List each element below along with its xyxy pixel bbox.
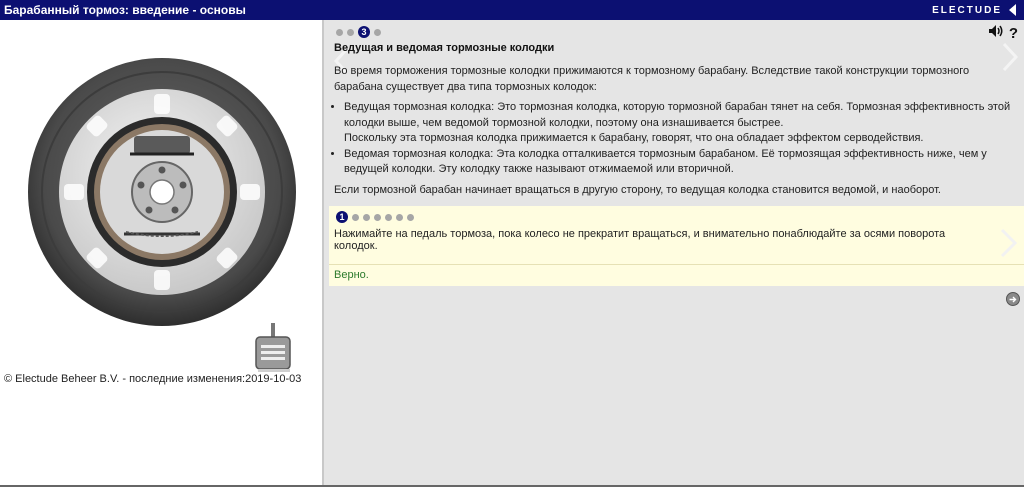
step-dot[interactable] [374,213,381,221]
step-dot[interactable] [407,213,414,221]
task-box: 1 Нажимайте на педаль тормоза, пока коле… [329,206,1024,286]
step-dot[interactable] [396,213,403,221]
list-item-text: Ведущая тормозная колодка: Это тормозная… [344,101,1011,129]
copyright-text: © Electude Beheer B.V. - последние измен… [4,373,302,385]
window-title: Барабанный тормоз: введение - основы [4,3,246,17]
help-icon[interactable]: ? [1009,25,1018,42]
list-item: Ведомая тормозная колодка: Эта колодка о… [344,147,1024,178]
intro-text: Во время торможения тормозные колодки пр… [334,65,970,93]
divider [329,264,1024,265]
shoe-types-list: Ведущая тормозная колодка: Это тормозная… [324,100,1024,178]
list-item-text: Ведомая тормозная колодка: Эта колодка о… [344,147,987,176]
page-dot[interactable] [336,28,343,36]
page-indicator: 3 [336,26,381,38]
illustration-panel: © Electude Beheer B.V. - последние измен… [0,20,322,487]
speaker-icon[interactable] [988,24,1003,42]
task-instruction: Нажимайте на педаль тормоза, пока колесо… [334,228,946,252]
page-dot[interactable] [347,28,354,36]
list-item-text: Поскольку эта тормозная колодка прижимае… [344,132,924,144]
feedback-text: Верно. [334,269,369,281]
list-item: Ведущая тормозная колодка: Это тормозная… [344,100,1024,147]
circle-arrow-icon[interactable] [1006,292,1020,311]
step-dot[interactable] [385,213,392,221]
step-dot[interactable] [352,213,359,221]
content-panel: 3 ? Ведущая и ведомая тормозные колодки … [324,20,1024,487]
triangle-left-icon[interactable] [1006,2,1020,18]
brand-logo: ELECTUDE [932,5,1002,16]
page-dot-current[interactable]: 3 [358,26,370,38]
toolbar: ? [988,24,1018,42]
step-dot-current[interactable]: 1 [336,211,348,223]
step-dot[interactable] [363,213,370,221]
page-dot[interactable] [374,28,381,36]
drum-brake-wheel-illustration [28,58,296,326]
section-heading: Ведущая и ведомая тормозные колодки [334,42,555,54]
chevron-right-icon[interactable] [1002,42,1019,77]
chevron-right-icon[interactable] [1000,228,1018,263]
brake-pedal-icon[interactable] [254,323,292,373]
footer-text: Если тормозной барабан начинает вращатьс… [334,184,941,196]
step-indicator: 1 [336,211,414,223]
title-bar: Барабанный тормоз: введение - основы ELE… [0,0,1024,20]
